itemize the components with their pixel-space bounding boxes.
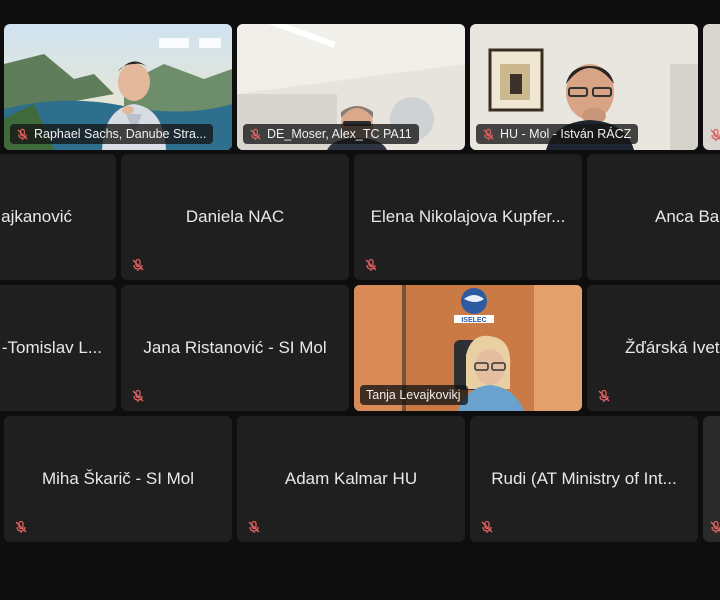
participant-name: Adam Kalmar HU [284,469,418,488]
selec-logo: ISELEC [461,317,486,324]
muted-mic-icon [597,389,611,403]
participant-name: HU - Mol - István RÁCZ [500,127,632,141]
muted-mic-icon [14,520,28,534]
participant-tile[interactable]: Rudi (AT Ministry of Int... [470,416,698,542]
participant-name: Miha Škarič - SI Mol [41,469,195,488]
participant-tile[interactable]: Jana Ristanović - SI Mol [121,285,349,411]
participant-name-label: HU - Mol - István RÁCZ [476,124,639,144]
participant-tile[interactable]: Adam Kalmar HU [237,416,465,542]
participant-name-label: DE_Moser, Alex_TC PA11 [243,124,419,144]
participant-name: ajkanović [1,207,72,226]
muted-mic-icon [480,520,494,534]
participant-name: Rudi (AT Ministry of Int... [491,469,677,488]
participant-name: Jana Ristanović - SI Mol [143,338,327,357]
participant-name: DE_Moser, Alex_TC PA11 [267,127,412,141]
muted-mic-icon [709,520,720,534]
participant-name: Elena Nikolajova Kupfer... [370,207,566,226]
participant-name: Tanja Levajkovikj [366,388,461,402]
participant-video-tile[interactable]: ISELEC Tanja Levajkovikj [354,285,582,411]
muted-mic-icon [249,128,262,141]
participant-video-tile[interactable]: Raphael Sachs, Danube Stra... [4,24,232,150]
participant-name-label: Raphael Sachs, Danube Stra... [10,124,214,144]
participant-tile[interactable]: Miha Škarič - SI Mol [4,416,232,542]
meeting-participant-grid: Raphael Sachs, Danube Stra... DE_Moser, … [0,0,720,600]
participant-name: Anca Ba [655,207,720,226]
muted-mic-icon [16,128,29,141]
participant-tile[interactable]: Anca Ba [587,154,720,280]
participant-name: Žďárská Ivet [625,338,720,357]
participant-tile[interactable]: ajkanović [0,154,116,280]
participant-tile[interactable]: -Tomislav L... [0,285,116,411]
participant-name: Raphael Sachs, Danube Stra... [34,127,207,141]
participant-video-tile-partial[interactable] [703,416,720,542]
participant-tile[interactable]: Daniela NAC [121,154,349,280]
participant-name: -Tomislav L... [1,338,102,357]
muted-mic-icon [131,389,145,403]
participant-name-label: Tanja Levajkovikj [360,385,468,405]
participant-name: Daniela NAC [185,207,285,226]
muted-mic-icon [131,258,145,272]
muted-mic-icon [247,520,261,534]
participant-video-tile-partial[interactable] [703,24,720,150]
participant-tile[interactable]: Elena Nikolajova Kupfer... [354,154,582,280]
muted-mic-icon [709,128,720,142]
muted-mic-icon [482,128,495,141]
muted-mic-icon [364,258,378,272]
participant-tile[interactable]: Žďárská Ivet [587,285,720,411]
participant-video-tile[interactable]: DE_Moser, Alex_TC PA11 [237,24,465,150]
participant-video-tile[interactable]: HU - Mol - István RÁCZ [470,24,698,150]
